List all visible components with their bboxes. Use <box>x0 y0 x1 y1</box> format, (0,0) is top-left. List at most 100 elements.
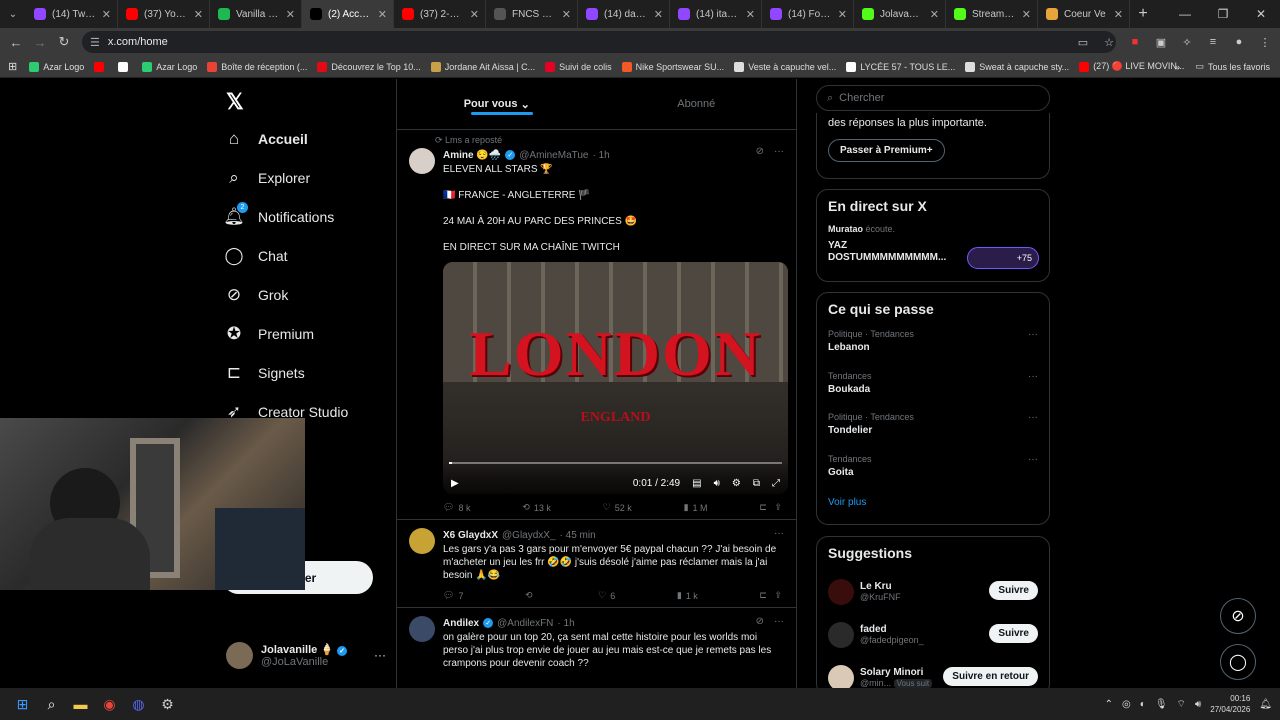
views-button[interactable]: ▮ 1 M <box>684 502 708 513</box>
see-more-link[interactable]: Voir plus <box>828 497 1038 508</box>
bookmark-item[interactable]: Suivi de colis <box>545 61 612 72</box>
browser-tab[interactable]: (2) Accueil / ✕ <box>302 0 394 28</box>
bookmark-item[interactable] <box>94 61 108 72</box>
browser-tab[interactable]: Coeur Ve ✕ <box>1038 0 1130 28</box>
browser-tab[interactable]: Jolavanille S ✕ <box>854 0 946 28</box>
close-tab-icon[interactable]: ✕ <box>378 8 387 21</box>
follow-button[interactable]: Suivre en retour <box>943 667 1038 686</box>
tab-for-you[interactable]: Pour vous ⌄ <box>397 79 597 129</box>
browser-tab[interactable]: (37) 2-Hours ✕ <box>394 0 486 28</box>
video-player[interactable]: LONDON ENGLAND ▶ 0:01 / 2:49 ▤ 🔊︎ ⚙ ⧉ ⤢ <box>443 262 788 494</box>
steam-icon[interactable]: ⚙ <box>153 688 182 720</box>
messages-fab-button[interactable]: ◯ <box>1220 644 1256 680</box>
close-tab-icon[interactable]: ✕ <box>470 8 479 21</box>
taskbar-search-icon[interactable]: ⌕ <box>37 688 66 720</box>
avatar[interactable] <box>828 664 854 691</box>
profile-avatar[interactable]: ● <box>1230 32 1248 52</box>
wifi-icon[interactable]: ⌔ <box>1177 698 1186 711</box>
nav-item-grok[interactable]: ⊘ Grok <box>224 275 348 314</box>
trend-item[interactable]: Politique · Tendances Tondelier ··· <box>828 410 1038 452</box>
minimize-button[interactable]: — <box>1166 0 1204 28</box>
close-tab-icon[interactable]: ✕ <box>930 8 939 21</box>
file-explorer-icon[interactable]: ▬ <box>66 688 95 720</box>
bookmark-item[interactable]: Nike Sportswear SU... <box>621 61 724 72</box>
settings-icon[interactable]: ⚙ <box>732 478 741 489</box>
media-icon[interactable]: ≡ <box>1204 32 1222 52</box>
nav-item-premium[interactable]: ✪ Premium <box>224 314 348 353</box>
bookmark-item[interactable] <box>118 61 132 72</box>
live-host[interactable]: Muratao écoute. <box>828 224 1038 234</box>
live-title[interactable]: YAZ DOSTUMMMMMMMMM... <box>828 240 958 264</box>
captions-icon[interactable]: ▤ <box>692 478 701 489</box>
close-tab-icon[interactable]: ✕ <box>746 8 755 21</box>
fullscreen-icon[interactable]: ⤢ <box>772 478 780 489</box>
start-icon[interactable]: ⊞ <box>8 688 37 720</box>
clock[interactable]: 00:16 27/04/2026 <box>1210 693 1250 715</box>
bookmark-item[interactable]: Azar Logo <box>142 61 197 72</box>
close-tab-icon[interactable]: ✕ <box>102 8 111 21</box>
avatar[interactable] <box>828 621 854 648</box>
bookmark-item[interactable]: Sweat à capuche sty... <box>965 61 1069 72</box>
author-name[interactable]: X6 GlaydxX <box>443 530 498 541</box>
nav-item-explorer[interactable]: ⌕ Explorer <box>224 158 348 197</box>
close-tab-icon[interactable]: ✕ <box>654 8 663 21</box>
browser-tab[interactable]: (14) darkosh ✕ <box>578 0 670 28</box>
more-icon[interactable]: ··· <box>1028 329 1038 340</box>
follow-button[interactable]: Suivre <box>989 581 1038 600</box>
like-button[interactable]: ♡ 52 k <box>603 502 632 513</box>
more-icon[interactable]: ··· <box>774 528 784 539</box>
nav-item-signets[interactable]: ⊏ Signets <box>224 353 348 392</box>
tray-app-icon[interactable]: ◎ <box>1122 699 1131 710</box>
notification-bell-icon[interactable]: 🔔︎ <box>1259 699 1272 710</box>
author-handle[interactable]: @GlaydxX_ <box>502 530 556 541</box>
url-field[interactable]: ☰ x.com/home <box>82 31 1116 53</box>
close-window-button[interactable]: ✕ <box>1242 0 1280 28</box>
play-icon[interactable]: ▶ <box>451 478 459 489</box>
discord-icon[interactable]: ◍ <box>124 688 153 720</box>
volume-icon[interactable]: 🔊︎ <box>714 478 720 489</box>
bookmark-item[interactable]: Découvrez le Top 10... <box>317 61 421 72</box>
suggestion-item[interactable]: faded @fadedpigeon_ Suivre <box>828 613 1038 656</box>
cast-icon[interactable]: ▭ <box>1074 32 1092 52</box>
close-tab-icon[interactable]: ✕ <box>1114 8 1123 21</box>
trend-item[interactable]: Tendances Boukada ··· <box>828 369 1038 411</box>
close-tab-icon[interactable]: ✕ <box>1022 8 1031 21</box>
nav-item-chat[interactable]: ◯ Chat <box>224 236 348 275</box>
more-icon[interactable]: ··· <box>774 146 784 157</box>
bookmark-item[interactable]: Azar Logo <box>29 61 84 72</box>
avatar[interactable] <box>409 616 435 642</box>
browser-tab[interactable]: FNCS Major ✕ <box>486 0 578 28</box>
bookmark-item[interactable]: LYCÉE 57 - TOUS LE... <box>846 61 955 72</box>
browser-tab[interactable]: (14) Fortnite ✕ <box>762 0 854 28</box>
grok-icon[interactable]: ⊘ <box>756 616 764 627</box>
browser-tab[interactable]: (14) Twitch ✕ <box>26 0 118 28</box>
like-button[interactable]: ♡ 6 <box>598 590 615 601</box>
author-handle[interactable]: @AmineMaTue <box>519 150 588 161</box>
views-button[interactable]: ▮ 1 k <box>677 590 698 601</box>
close-tab-icon[interactable]: ✕ <box>194 8 203 21</box>
trend-item[interactable]: Tendances Goita ··· <box>828 452 1038 494</box>
reply-button[interactable]: 💬︎ 7 <box>443 590 463 601</box>
maximize-button[interactable]: ❐ <box>1204 0 1242 28</box>
new-tab-button[interactable]: + <box>1130 5 1156 23</box>
tray-app-icon[interactable]: ◐ <box>1140 699 1146 710</box>
puzzle-icon[interactable]: ✧ <box>1178 32 1196 52</box>
volume-icon[interactable]: 🔊︎ <box>1195 699 1201 710</box>
close-tab-icon[interactable]: ✕ <box>286 8 295 21</box>
more-bookmarks-icon[interactable]: » <box>1175 62 1180 72</box>
repost-button[interactable]: ⟲ 13 k <box>522 502 551 513</box>
tweet[interactable]: Andilex ✓ @AndilexFN · 1h ⊘ ··· on galèr… <box>397 608 796 676</box>
avatar[interactable] <box>828 578 854 605</box>
more-icon[interactable]: ··· <box>774 616 784 627</box>
bookmark-item[interactable]: (27) 🔴 LIVE MOVIN... <box>1079 61 1184 72</box>
reply-button[interactable]: 💬︎ 8 k <box>443 502 470 513</box>
premium-plus-button[interactable]: Passer à Premium+ <box>828 139 945 162</box>
tweet-time[interactable]: · 45 min <box>560 530 596 541</box>
avatar[interactable] <box>409 528 435 554</box>
bookmark-item[interactable]: Jordane Ait Aissa | C... <box>430 61 535 72</box>
bookmark-item[interactable]: Veste à capuche vel... <box>734 61 836 72</box>
forward-button[interactable]: → <box>28 30 52 54</box>
all-bookmarks-folder[interactable]: ▭ Tous les favoris <box>1195 61 1270 72</box>
nav-item-notifications[interactable]: 🔔︎ 2 Notifications <box>223 197 348 236</box>
suggestion-item[interactable]: Le Kru @KruFNF Suivre <box>828 570 1038 613</box>
